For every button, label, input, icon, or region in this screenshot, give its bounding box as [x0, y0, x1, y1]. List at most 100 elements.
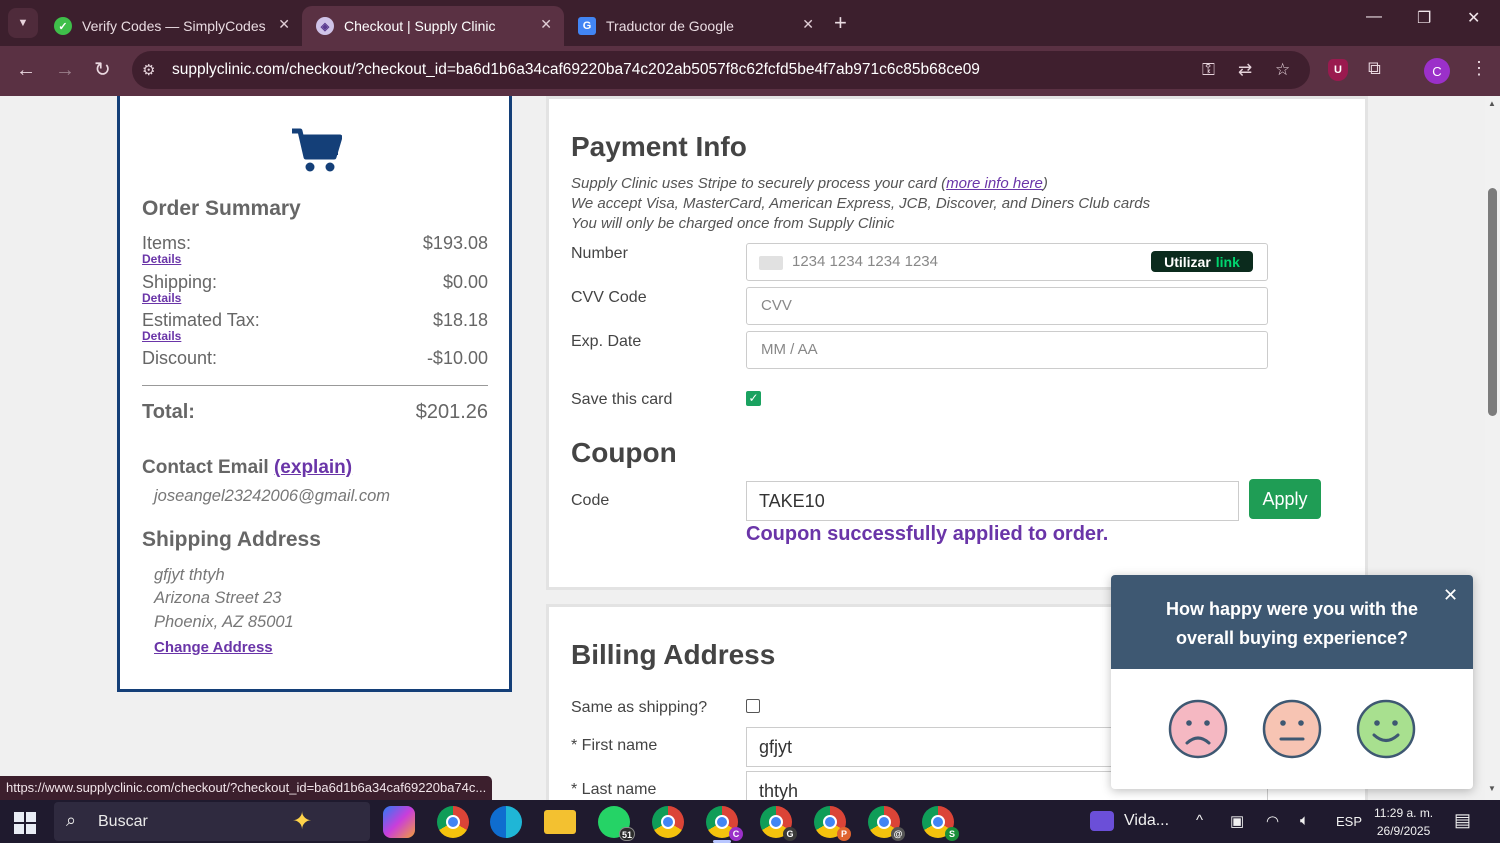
card-number-placeholder: 1234 1234 1234 1234	[792, 253, 938, 270]
minimize-icon[interactable]: —	[1366, 8, 1382, 26]
happy-face-icon[interactable]	[1356, 699, 1416, 759]
profile-avatar[interactable]: C	[1424, 58, 1450, 84]
sad-face-icon[interactable]	[1168, 699, 1228, 759]
google-translate-favicon-icon: G	[578, 17, 596, 35]
bookmark-star-icon[interactable]: ☆	[1275, 60, 1290, 80]
extensions-puzzle-icon[interactable]: ⧉	[1368, 58, 1381, 79]
link-hover-status-bar: https://www.supplyclinic.com/checkout/?c…	[0, 776, 493, 800]
survey-question: How happy were you with the overall buyi…	[1165, 599, 1419, 648]
tab-verify-codes[interactable]: ✓ Verify Codes — SimplyCodes ✕	[40, 6, 302, 46]
ublock-extension-icon[interactable]: U	[1328, 59, 1348, 81]
media-player-icon[interactable]	[1090, 811, 1114, 831]
input-language[interactable]: ESP	[1336, 814, 1362, 829]
translate-icon[interactable]: ⇄	[1238, 60, 1252, 80]
address-bar[interactable]: ⚙ supplyclinic.com/checkout/?checkout_id…	[132, 51, 1310, 89]
summary-row-tax: Estimated Tax: $18.18	[142, 310, 488, 331]
exp-date-input[interactable]: MM / AA	[746, 331, 1268, 369]
summary-total: Total: $201.26	[142, 401, 488, 424]
taskbar-search[interactable]: ⌕ Buscar ✦	[54, 802, 370, 841]
tax-details-link[interactable]: Details	[142, 329, 181, 343]
close-tab-icon[interactable]: ✕	[278, 16, 290, 33]
cvv-label: CVV Code	[571, 289, 647, 306]
close-window-icon[interactable]: ✕	[1467, 8, 1480, 28]
survey-close-icon[interactable]: ✕	[1443, 585, 1458, 606]
chrome-app-icon[interactable]	[437, 806, 469, 838]
new-tab-plus-icon[interactable]: +	[834, 10, 847, 36]
file-explorer-icon[interactable]	[544, 810, 576, 834]
coupon-code-input[interactable]: TAKE10	[746, 481, 1239, 521]
order-summary-panel: Order Summary Items: $193.08 Details Shi…	[117, 96, 512, 692]
whatsapp-unread-badge: 51	[618, 827, 635, 841]
explain-link[interactable]: (explain)	[274, 457, 352, 478]
page-scrollbar[interactable]: ▲ ▼	[1485, 96, 1500, 800]
password-key-icon[interactable]: ⚿	[1202, 60, 1215, 80]
edge-app-icon[interactable]	[490, 806, 522, 838]
chrome-profile-c-icon[interactable]: C	[706, 806, 743, 841]
save-card-checkbox[interactable]: ✓	[746, 391, 761, 406]
close-tab-icon[interactable]: ✕	[540, 16, 552, 33]
stripe-info-text: Supply Clinic uses Stripe to securely pr…	[571, 175, 947, 192]
chrome-profile-icon[interactable]	[652, 806, 684, 838]
whatsapp-app-icon[interactable]: 51	[598, 806, 635, 841]
summary-row-value: $18.18	[432, 310, 488, 330]
notifications-icon[interactable]: ▤	[1454, 810, 1471, 831]
reload-icon[interactable]: ↻	[94, 58, 111, 82]
items-details-link[interactable]: Details	[142, 252, 181, 266]
profile-s-badge: S	[945, 827, 959, 841]
windows-start-icon[interactable]	[14, 812, 36, 834]
meet-now-icon[interactable]: ▣	[1230, 812, 1244, 830]
apply-coupon-button[interactable]: Apply	[1249, 479, 1321, 519]
summary-row-value: -$10.00	[426, 348, 488, 368]
address-line: gfjyt thtyh	[154, 566, 225, 584]
shipping-details-link[interactable]: Details	[142, 291, 181, 305]
order-summary-title: Order Summary	[142, 197, 301, 220]
scroll-down-arrow-icon[interactable]: ▼	[1488, 784, 1496, 793]
site-info-icon[interactable]: ⚙	[142, 61, 155, 79]
tab-title: Traductor de Google	[606, 18, 734, 34]
show-hidden-icons-chevron-icon[interactable]: ^	[1196, 812, 1203, 829]
windows-taskbar: ⌕ Buscar ✦ 51 C G P @ S Vida... ^ ▣ ◠ 🔈︎…	[0, 800, 1500, 843]
close-tab-icon[interactable]: ✕	[802, 16, 814, 33]
back-arrow-icon[interactable]: ←	[16, 58, 36, 82]
restore-icon[interactable]: ❐	[1417, 8, 1431, 28]
card-number-input[interactable]: 1234 1234 1234 1234 Utilizar link	[746, 243, 1268, 281]
tab-search-chevron-icon[interactable]: ▼	[8, 8, 38, 38]
profile-at-badge: @	[891, 827, 905, 841]
chrome-profile-g-icon[interactable]: G	[760, 806, 797, 841]
summary-row-label: Items:	[142, 233, 192, 253]
payment-info-panel: Payment Info Supply Clinic uses Stripe t…	[546, 96, 1368, 590]
scrollbar-thumb[interactable]	[1488, 188, 1497, 416]
copilot-app-icon[interactable]	[383, 806, 415, 838]
wifi-icon[interactable]: ◠	[1266, 812, 1279, 830]
chrome-profile-p-icon[interactable]: P	[814, 806, 851, 841]
accepted-cards-text: We accept Visa, MasterCard, American Exp…	[571, 195, 1151, 212]
address-bar-url[interactable]: supplyclinic.com/checkout/?checkout_id=b…	[172, 61, 980, 79]
chrome-profile-s-icon[interactable]: S	[922, 806, 959, 841]
stripe-link-button[interactable]: Utilizar link	[1151, 251, 1253, 272]
summary-row-items: Items: $193.08	[142, 233, 488, 254]
shopping-cart-icon	[292, 128, 342, 172]
cvv-input[interactable]: CVV	[746, 287, 1268, 325]
same-as-shipping-checkbox[interactable]	[746, 699, 760, 713]
same-as-shipping-label: Same as shipping?	[571, 699, 708, 716]
profile-g-badge: G	[783, 827, 797, 841]
volume-icon[interactable]: 🔈︎	[1300, 812, 1309, 829]
profile-c-badge: C	[729, 827, 743, 841]
profile-p-badge: P	[837, 827, 851, 841]
last-name-label: * Last name	[571, 781, 657, 798]
tab-google-translate[interactable]: G Traductor de Google ✕	[564, 6, 826, 46]
more-info-link[interactable]: more info here	[946, 175, 1043, 192]
neutral-face-icon[interactable]	[1262, 699, 1322, 759]
change-address-link[interactable]: Change Address	[154, 639, 273, 656]
system-clock[interactable]: 11:29 a. m. 26/9/2025	[1374, 804, 1433, 840]
summary-row-value: $0.00	[442, 272, 488, 292]
browser-menu-icon[interactable]: ⋮	[1470, 58, 1488, 79]
forward-arrow-icon[interactable]: →	[55, 58, 75, 82]
scroll-up-arrow-icon[interactable]: ▲	[1488, 99, 1496, 108]
chrome-profile-at-icon[interactable]: @	[868, 806, 905, 841]
tab-checkout[interactable]: ◈ Checkout | Supply Clinic ✕	[302, 6, 564, 46]
survey-header: How happy were you with the overall buyi…	[1111, 575, 1473, 669]
summary-divider	[142, 385, 488, 386]
tab-title: Verify Codes — SimplyCodes	[82, 18, 266, 34]
media-title[interactable]: Vida...	[1124, 812, 1169, 830]
